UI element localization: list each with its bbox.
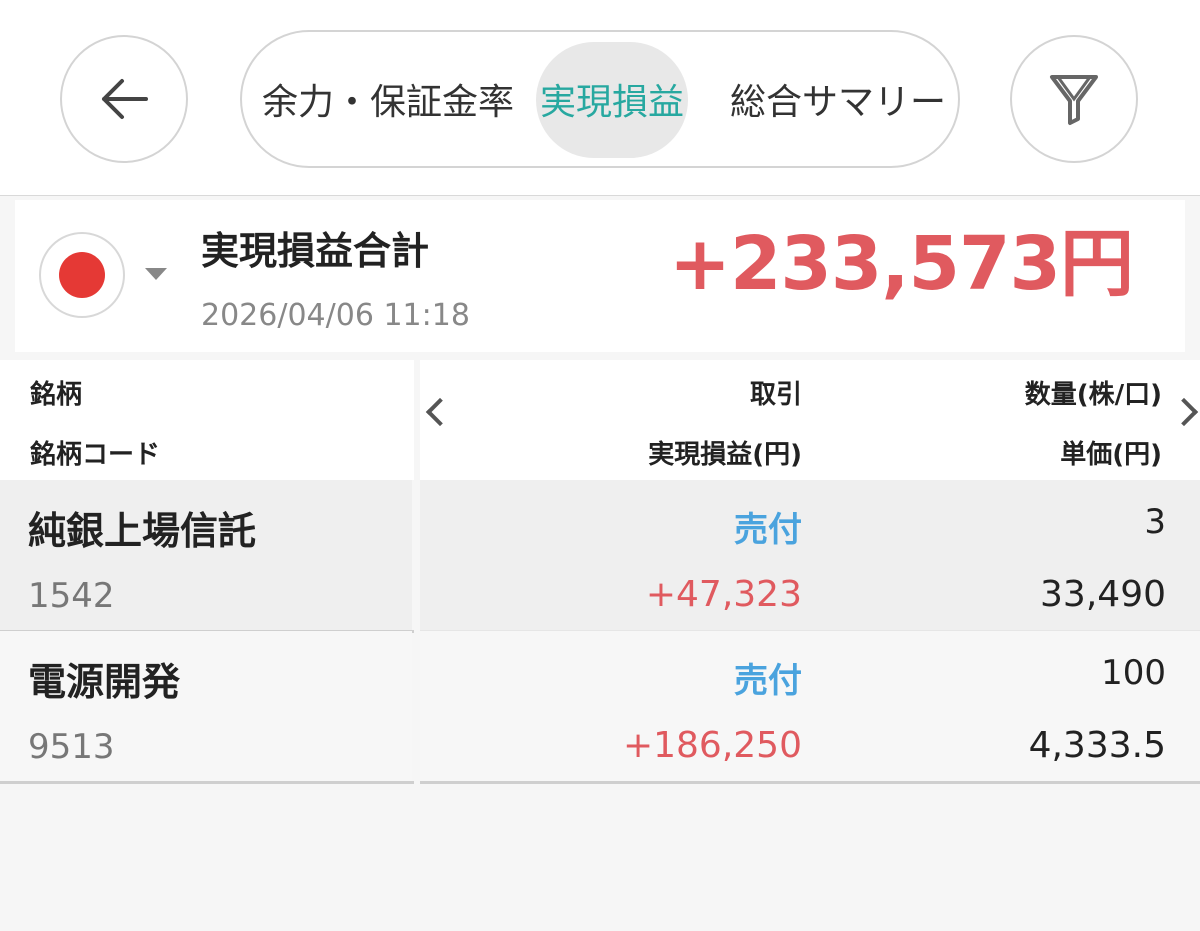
realized-pl-table: 銘柄 銘柄コード 取引 実現損益(円) 数量(株/口) 単価(円) 純銀上場信託… bbox=[0, 360, 1200, 785]
summary-total-value: +233,573円 bbox=[668, 221, 1134, 307]
quantity-value: 3 bbox=[1144, 502, 1166, 542]
tab-label: 実現損益 bbox=[539, 82, 684, 123]
table-row-values[interactable]: 売付 +186,250 100 4,333.5 bbox=[420, 631, 1200, 781]
table-header-left: 銘柄 銘柄コード bbox=[0, 360, 414, 480]
header-code: 銘柄コード bbox=[30, 440, 161, 470]
realized-pl-value: +47,323 bbox=[645, 574, 802, 615]
table-row[interactable]: 純銀上場信託 1542 bbox=[0, 480, 412, 630]
filter-button[interactable] bbox=[1010, 35, 1138, 163]
row-divider bbox=[420, 781, 1200, 784]
tab-label: 余力・保証金率 bbox=[262, 82, 515, 123]
header-unit-price: 単価(円) bbox=[1060, 440, 1162, 470]
trade-type: 売付 bbox=[734, 661, 802, 701]
tab-realized-pl[interactable]: 実現損益 bbox=[536, 32, 688, 166]
trade-type: 売付 bbox=[734, 510, 802, 550]
back-button[interactable] bbox=[60, 35, 188, 163]
flag-circle bbox=[59, 252, 105, 298]
tab-overall-summary[interactable]: 総合サマリー bbox=[730, 32, 946, 166]
security-name: 電源開発 bbox=[28, 660, 181, 704]
realized-pl-summary: 実現損益合計 2026/04/06 11:18 +233,573円 bbox=[15, 200, 1185, 352]
unit-price-value: 4,333.5 bbox=[1028, 725, 1166, 766]
table-row-values[interactable]: 売付 +47,323 3 33,490 bbox=[420, 480, 1200, 630]
top-bar: 余力・保証金率 実現損益 総合サマリー bbox=[0, 0, 1200, 196]
realized-pl-value: +186,250 bbox=[622, 725, 802, 766]
arrow-left-icon bbox=[102, 79, 148, 119]
table-header-right: 取引 実現損益(円) 数量(株/口) 単価(円) bbox=[420, 360, 1200, 480]
header-trade: 取引 bbox=[749, 380, 802, 410]
row-divider bbox=[0, 781, 414, 784]
filter-icon bbox=[1050, 75, 1098, 125]
security-code: 9513 bbox=[28, 727, 115, 767]
summary-label: 実現損益合計 bbox=[201, 229, 430, 273]
chevron-down-icon[interactable] bbox=[145, 268, 167, 280]
unit-price-value: 33,490 bbox=[1040, 574, 1166, 615]
header-realized-pl: 実現損益(円) bbox=[648, 440, 802, 470]
summary-timestamp: 2026/04/06 11:18 bbox=[201, 298, 470, 333]
table-row[interactable]: 電源開発 9513 bbox=[0, 631, 412, 781]
header-name: 銘柄 bbox=[30, 380, 83, 410]
security-code: 1542 bbox=[28, 576, 115, 616]
tab-margin-ratio[interactable]: 余力・保証金率 bbox=[262, 32, 514, 166]
tab-label: 総合サマリー bbox=[730, 82, 947, 123]
japan-flag-icon[interactable] bbox=[39, 232, 125, 318]
header-quantity: 数量(株/口) bbox=[1024, 380, 1162, 410]
quantity-value: 100 bbox=[1101, 653, 1166, 693]
security-name: 純銀上場信託 bbox=[28, 509, 257, 553]
tab-bar: 余力・保証金率 実現損益 総合サマリー bbox=[240, 30, 960, 168]
